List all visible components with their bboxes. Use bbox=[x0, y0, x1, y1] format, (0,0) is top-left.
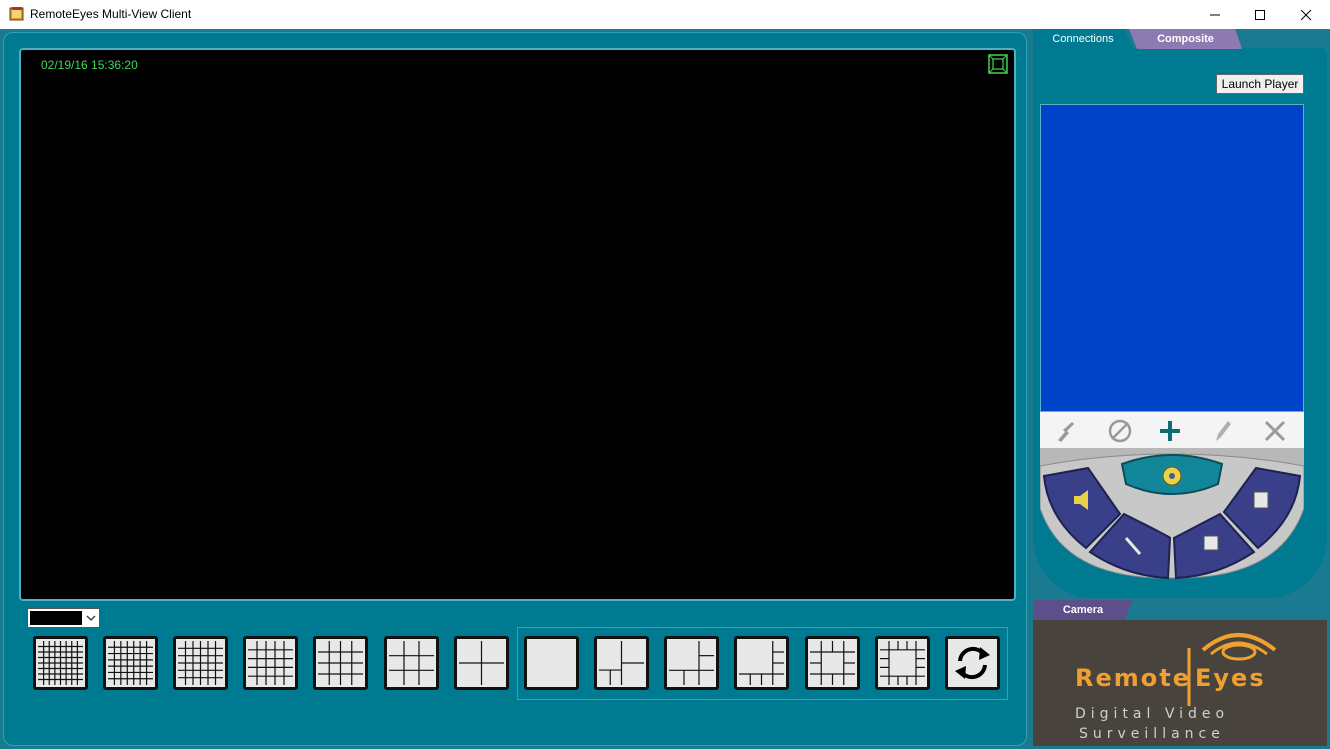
layout-grid-7x7-button[interactable] bbox=[103, 636, 158, 690]
layout-grid-8x8-icon bbox=[38, 641, 83, 685]
layout-grid-7x7-icon bbox=[108, 641, 153, 685]
edit-icon[interactable] bbox=[1209, 418, 1235, 444]
logo-tagline-1: Digital Video bbox=[1075, 706, 1230, 722]
connect-icon[interactable] bbox=[1053, 418, 1079, 444]
launch-player-button[interactable]: Launch Player bbox=[1216, 74, 1304, 94]
layout-1-plus-3-button[interactable] bbox=[594, 636, 649, 690]
cycle-views-button[interactable] bbox=[945, 636, 1000, 690]
minimize-button[interactable] bbox=[1192, 0, 1238, 29]
layout-1-plus-7-icon bbox=[739, 641, 784, 685]
maximize-icon bbox=[1255, 9, 1265, 20]
fullscreen-icon[interactable] bbox=[988, 54, 1008, 74]
layout-1-plus-7-button[interactable] bbox=[734, 636, 789, 690]
layout-grid-3x3-icon bbox=[389, 641, 434, 685]
layout-1-plus-12-button[interactable] bbox=[875, 636, 930, 690]
logo-tagline-2: Surveillance bbox=[1079, 726, 1225, 742]
logo-panel: Remote Eyes Digital Video Surveillance bbox=[1033, 620, 1327, 746]
color-select[interactable] bbox=[27, 608, 100, 628]
control-console bbox=[1040, 448, 1304, 580]
title-bar: RemoteEyes Multi-View Client bbox=[0, 0, 1330, 29]
delete-icon[interactable] bbox=[1262, 418, 1288, 444]
tab-composite[interactable]: Composite bbox=[1129, 29, 1242, 49]
disconnect-icon[interactable] bbox=[1107, 418, 1133, 444]
layout-grid-8x8-button[interactable] bbox=[33, 636, 88, 690]
layout-grid-5x5-icon bbox=[248, 641, 293, 685]
layout-single-button[interactable] bbox=[524, 636, 579, 690]
layout-grid-3x3-button[interactable] bbox=[384, 636, 439, 690]
layout-1-plus-5-icon bbox=[669, 641, 714, 685]
layout-1-plus-5-button[interactable] bbox=[664, 636, 719, 690]
minimize-icon bbox=[1210, 14, 1220, 15]
chevron-down-icon bbox=[86, 615, 96, 621]
refresh-icon bbox=[955, 646, 990, 680]
connections-list[interactable] bbox=[1040, 104, 1304, 412]
logo-word-2: Eyes bbox=[1195, 664, 1266, 692]
layout-grid-4x4-button[interactable] bbox=[313, 636, 368, 690]
app-icon bbox=[9, 7, 24, 21]
video-viewport[interactable]: 02/19/16 15:36:20 bbox=[19, 48, 1016, 601]
tab-camera[interactable]: Camera bbox=[1033, 600, 1133, 620]
tab-connections[interactable]: Connections bbox=[1033, 29, 1133, 49]
close-button[interactable] bbox=[1283, 0, 1329, 29]
close-icon bbox=[1300, 9, 1312, 20]
layout-1-plus-12-icon bbox=[880, 641, 925, 685]
logo-word-1: Remote bbox=[1075, 664, 1192, 692]
layout-grid-4x4-icon bbox=[318, 641, 363, 685]
layout-grid-2x2-icon bbox=[459, 641, 504, 685]
layout-grid-2x2-button[interactable] bbox=[454, 636, 509, 690]
layout-single-icon bbox=[529, 641, 574, 685]
settings-button[interactable] bbox=[1120, 454, 1224, 495]
layout-1-plus-8-icon bbox=[810, 641, 855, 685]
layout-grid-6x6-icon bbox=[178, 641, 223, 685]
maximize-button[interactable] bbox=[1237, 0, 1283, 29]
layout-grid-5x5-button[interactable] bbox=[243, 636, 298, 690]
layout-grid-6x6-button[interactable] bbox=[173, 636, 228, 690]
add-icon[interactable] bbox=[1157, 418, 1183, 444]
color-swatch bbox=[30, 611, 82, 625]
layout-1-plus-3-icon bbox=[599, 641, 644, 685]
layout-1-plus-8-button[interactable] bbox=[805, 636, 860, 690]
window-title: RemoteEyes Multi-View Client bbox=[30, 7, 192, 21]
video-timestamp: 02/19/16 15:36:20 bbox=[41, 58, 138, 72]
